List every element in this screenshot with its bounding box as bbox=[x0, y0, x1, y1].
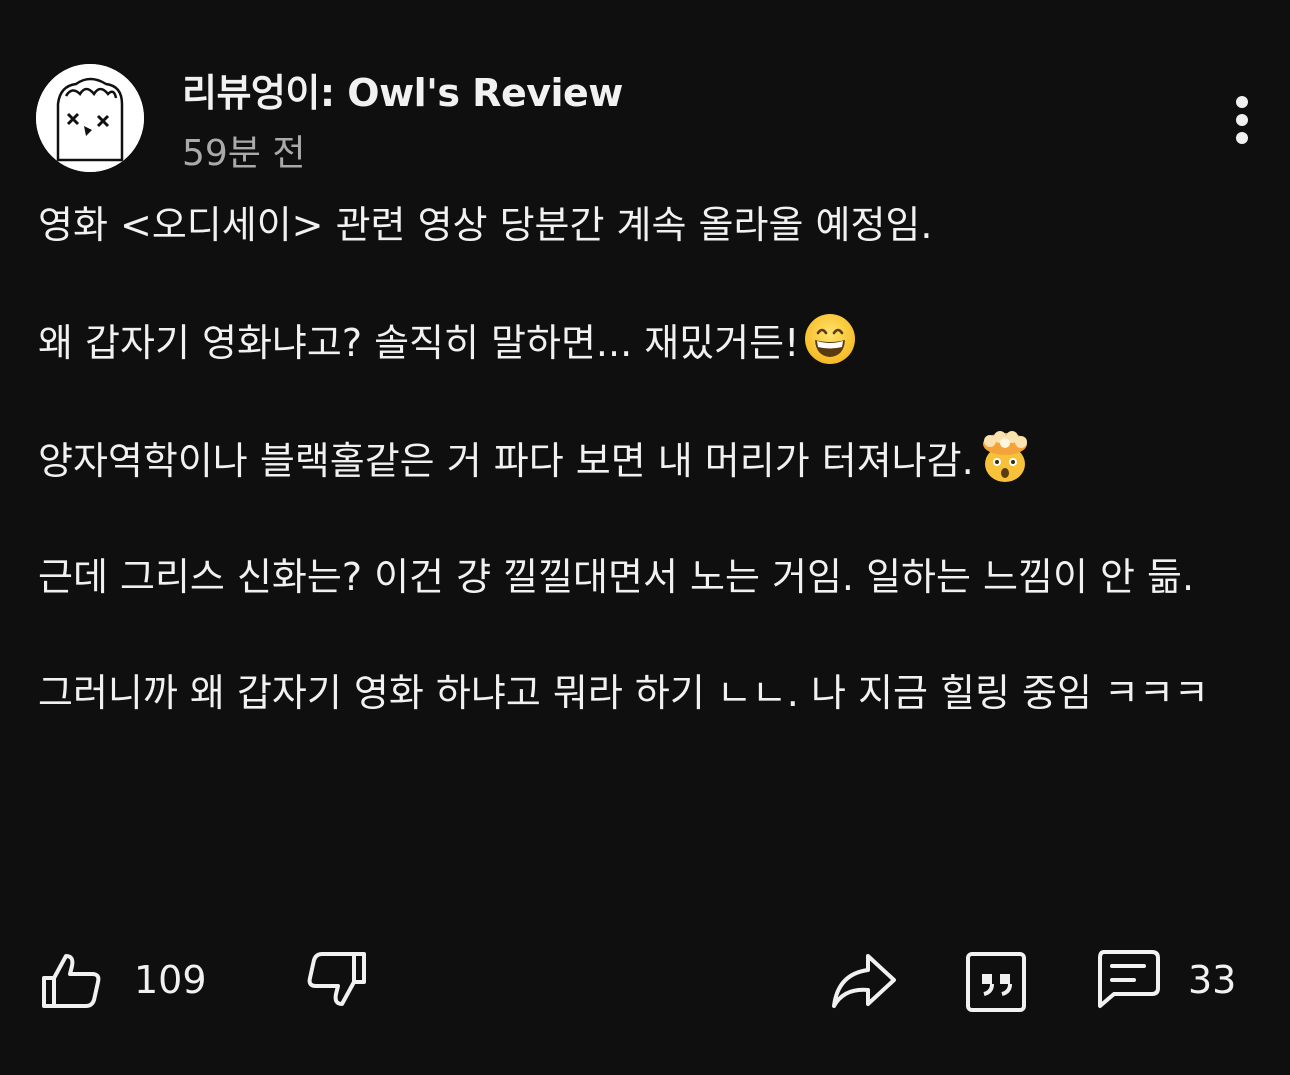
post-paragraph: 그러니까 왜 갑자기 영화 하냐고 뭐라 하기 ㄴㄴ. 나 지금 힐링 중임 ㅋ… bbox=[38, 671, 1209, 715]
quote-icon bbox=[966, 952, 1026, 1012]
thumbs-down-icon bbox=[307, 952, 366, 1006]
channel-name[interactable]: 리뷰엉이: Owl's Review bbox=[182, 62, 623, 117]
post-paragraph: 근데 그리스 신화는? 이건 걍 낄낄대면서 노는 거임. 일하는 느낌이 안 … bbox=[38, 555, 1195, 599]
post-paragraph: 영화 <오디세이> 관련 영상 당분간 계속 올라올 예정임. bbox=[38, 203, 933, 247]
grinning-face-emoji bbox=[805, 314, 856, 364]
owl-avatar-icon bbox=[36, 64, 144, 172]
share-button[interactable] bbox=[830, 940, 898, 1020]
dislike-button[interactable] bbox=[304, 940, 368, 1020]
comment-icon bbox=[1098, 950, 1160, 1008]
like-button[interactable]: 109 bbox=[40, 940, 207, 1020]
more-vertical-icon bbox=[1236, 96, 1248, 108]
like-count: 109 bbox=[134, 958, 207, 1002]
post-paragraph: 양자역학이나 블랙홀같은 거 파다 보면 내 머리가 터져나감. bbox=[38, 430, 1248, 490]
exploding-head-emoji bbox=[982, 431, 1027, 482]
more-options-button[interactable] bbox=[1218, 90, 1266, 150]
post-paragraph: 왜 갑자기 영화냐고? 솔직히 말하면... 재밌거든! bbox=[38, 312, 1248, 372]
comments-button[interactable]: 33 bbox=[1094, 940, 1236, 1020]
comment-count: 33 bbox=[1188, 958, 1237, 1002]
post-timestamp: 59분 전 bbox=[182, 133, 306, 174]
share-icon bbox=[832, 954, 896, 1008]
post-body: 영화 <오디세이> 관련 영상 당분간 계속 올라올 예정임. 왜 갑자기 영화… bbox=[38, 196, 1248, 722]
thumbs-up-icon bbox=[42, 954, 101, 1008]
action-bar: 109 33 bbox=[0, 940, 1290, 1020]
channel-avatar[interactable] bbox=[36, 64, 144, 172]
quote-button[interactable] bbox=[964, 940, 1028, 1020]
